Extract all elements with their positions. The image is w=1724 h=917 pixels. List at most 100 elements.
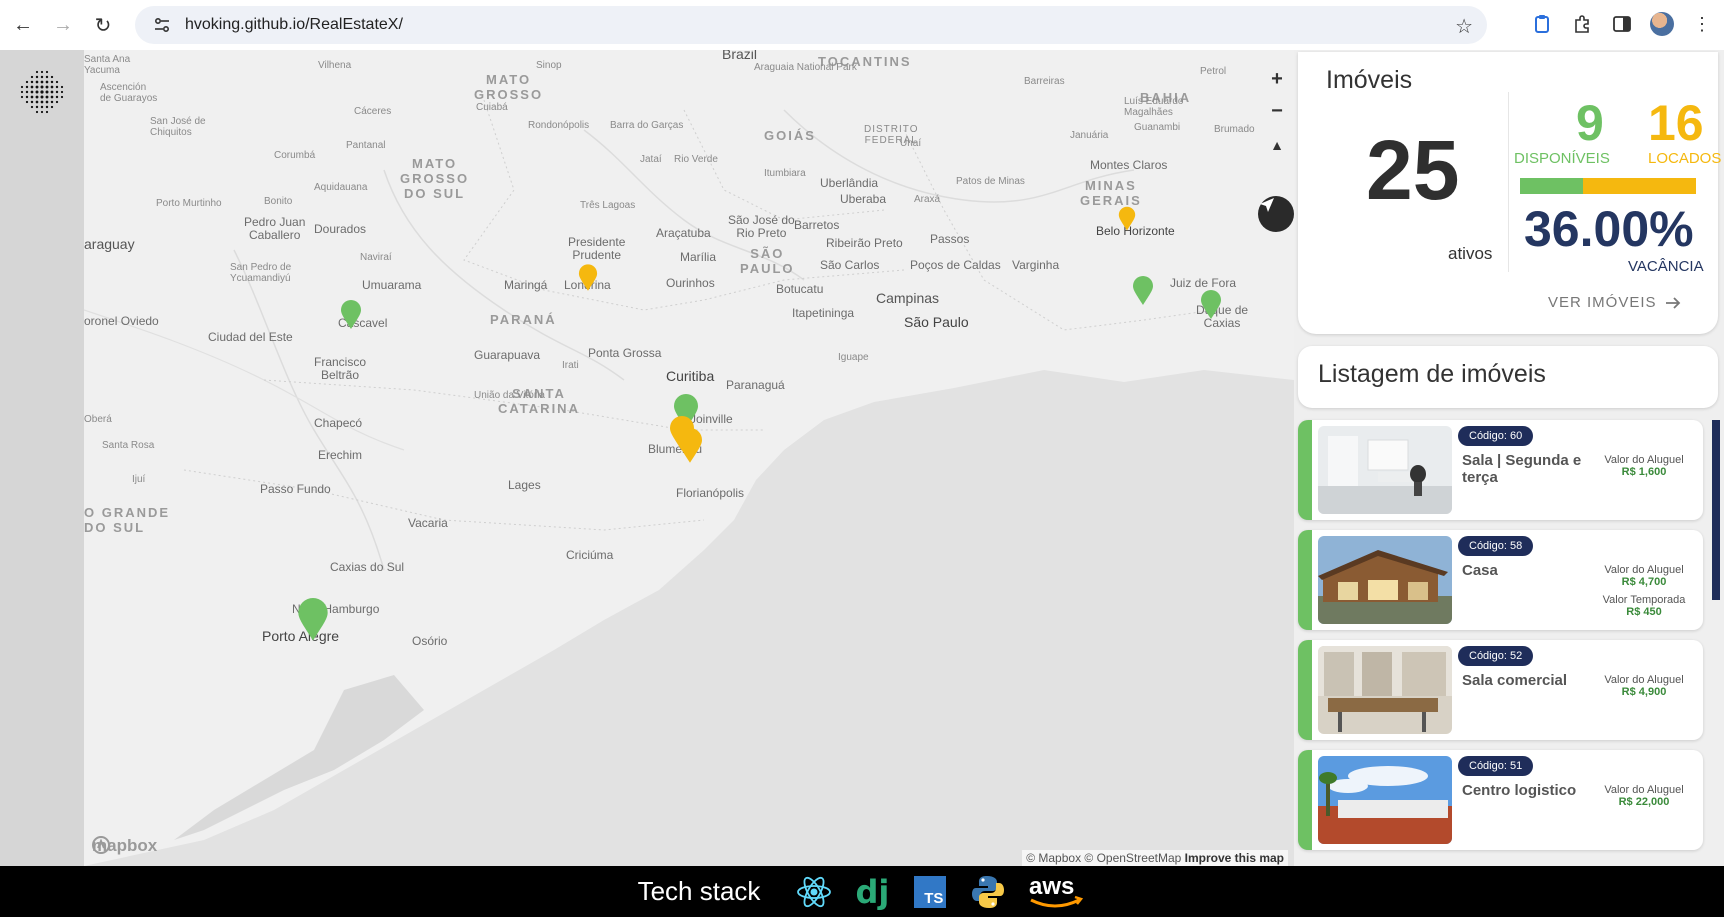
price-label: Valor do Aluguel [1604,784,1684,796]
map-label-rio-preto: São José do Rio Preto [728,213,795,240]
price-value: R$ 4,700 [1621,576,1667,588]
map-label-tres-lagoas: Três Lagoas [580,200,636,211]
map-label-rio-verde: Rio Verde [674,154,718,165]
django-text: dj [855,872,890,911]
extension-icon-1[interactable] [1526,8,1558,40]
listing-code-badge: Código: 52 [1458,646,1534,666]
map-label-pocos: Poços de Caldas [910,258,1001,272]
map-label-brazil: Brazil [722,50,758,62]
listing-item[interactable]: Código: 51 Centro logistico Valor do Alu… [1298,750,1703,850]
listing-photo [1318,756,1452,844]
map-label-pedro-juan: Pedro Juan Caballero [244,215,306,242]
view-properties-label: VER IMÓVEIS [1548,294,1657,311]
map-label-umuarama: Umuarama [362,278,422,292]
map-label-paranagua: Paranaguá [726,378,785,392]
listing-item[interactable]: Código: 52 Sala comercial Valor do Alugu… [1298,640,1703,740]
listing-item[interactable]: Código: 60 Sala | Segunda e terça Valor … [1298,420,1703,520]
address-bar[interactable]: hvoking.github.io/RealEstateX/ ☆ [135,6,1487,44]
site-info-icon[interactable] [147,16,177,34]
map-label-uberaba: Uberaba [840,192,887,206]
navigation-arrow-icon [1260,198,1274,212]
map-label-itumbiara: Itumbiara [764,168,806,179]
available-label: DISPONÍVEIS [1514,150,1610,167]
available-count: 9 [1576,95,1604,151]
price-label: Valor do Aluguel [1604,454,1684,466]
listing-photo [1318,646,1452,734]
forward-button[interactable]: → [46,8,80,42]
view-properties-link[interactable]: VER IMÓVEIS [1548,294,1681,311]
map-label-mato-grosso: MATO GROSSO [474,72,544,102]
map-label-iguape: Iguape [838,352,869,363]
map-label-goias: GOIÁS [764,128,816,143]
side-panel-icon[interactable] [1606,8,1638,40]
extensions-puzzle-icon[interactable] [1566,8,1598,40]
map-label-santa-rosa: Santa Rosa [102,440,155,451]
map-label-maringa: Maringá [504,278,548,292]
map-label-chapeco: Chapecó [314,416,363,430]
attribution-text[interactable]: © Mapbox © OpenStreetMap [1026,851,1181,865]
map-label-uniao: União da Vitória [474,390,545,401]
map-label-ijui: Ijuí [132,474,146,485]
map-label-sao-paulo: São Paulo [904,314,969,330]
map-label-curitiba: Curitiba [666,368,715,384]
map-label-brumado: Brumado [1214,124,1255,135]
listing-name: Sala comercial [1462,672,1568,689]
price-label: Valor do Aluguel [1604,674,1684,686]
zoom-out-button[interactable]: − [1262,96,1292,126]
map-label-minas: MINAS GERAIS [1080,178,1142,208]
url-text: hvoking.github.io/RealEstateX/ [185,16,403,33]
listing-code-badge: Código: 51 [1458,756,1534,776]
map-label-coronel-oviedo: oronel Oviedo [84,314,159,328]
reload-button[interactable]: ↻ [86,8,120,42]
react-icon [794,872,834,912]
map-label-juiz-de-fora: Juiz de Fora [1170,276,1237,290]
django-icon: dj [852,872,892,912]
map-label-barretos: Barretos [794,218,840,232]
back-button[interactable]: ← [6,8,40,42]
mapbox-logo[interactable]: mapbox [92,836,157,856]
stats-card: Imóveis 25 ativos 9 16 DISPONÍVEIS LOCAD… [1298,52,1721,334]
listing-header-card: Listagem de imóveis [1298,346,1718,408]
total-label: ativos [1448,244,1493,263]
price-value: R$ 1,600 [1621,466,1667,478]
geolocate-button[interactable] [1258,196,1294,232]
profile-avatar[interactable] [1646,8,1678,40]
listing-item[interactable]: Código: 58 Casa Valor do Aluguel R$ 4,70… [1298,530,1703,630]
map-label-caxias: Caxias do Sul [330,560,405,574]
compass-icon[interactable]: ▲ [1262,130,1292,160]
listing-code-badge: Código: 60 [1458,426,1534,446]
app-logo-icon[interactable] [18,68,66,116]
map-label-rio-grande: O GRANDE DO SUL [84,505,171,535]
season-price-label: Valor Temporada [1602,594,1686,606]
map-label-unai: Unaí [900,138,922,149]
menu-kebab-icon[interactable]: ⋮ [1686,8,1718,40]
map-label-patos: Patos de Minas [956,176,1025,187]
listing-scrollbar[interactable] [1712,420,1720,600]
map-label-sta-ana: Santa Ana Yacuma [84,54,131,76]
map-label-florianopolis: Florianópolis [676,486,745,500]
zoom-in-button[interactable]: + [1262,64,1292,94]
map-label-cuiaba: Cuiabá [476,102,508,113]
listing-title: Listagem de imóveis [1318,360,1546,388]
map-label-pantanal: Pantanal [346,140,386,151]
map-label-guarapuava: Guarapuava [474,348,541,362]
listing-code-badge: Código: 58 [1458,536,1534,556]
map-label-caceres: Cáceres [354,106,392,117]
map-label-januaria: Januária [1070,130,1109,141]
map-label-guanambi: Guanambi [1134,122,1181,133]
aws-icon: aws [1026,872,1086,912]
stats-title: Imóveis [1326,66,1413,94]
map-attribution: © Mapbox © OpenStreetMap Improve this ma… [1022,850,1288,866]
map-label-irati: Irati [562,360,579,371]
map-label-san-jose: San José de Chiquitos [150,116,206,138]
map-view[interactable]: Brazil TOCANTINS Araguaia National Park … [84,50,1294,866]
improve-map-link[interactable]: Improve this map [1185,851,1284,865]
map-label-mato-grosso-sul: MATO GROSSO DO SUL [400,156,470,201]
map-label-vacaria: Vacaria [408,516,448,530]
listing-photo [1318,536,1452,624]
map-label-varginha: Varginha [1012,258,1060,272]
bookmark-star-icon[interactable]: ☆ [1455,14,1473,39]
aws-text: aws [1029,873,1074,900]
map-label-ascencion: Ascención de Guarayos [100,82,158,104]
map-label-aquidauana: Aquidauana [314,182,368,193]
